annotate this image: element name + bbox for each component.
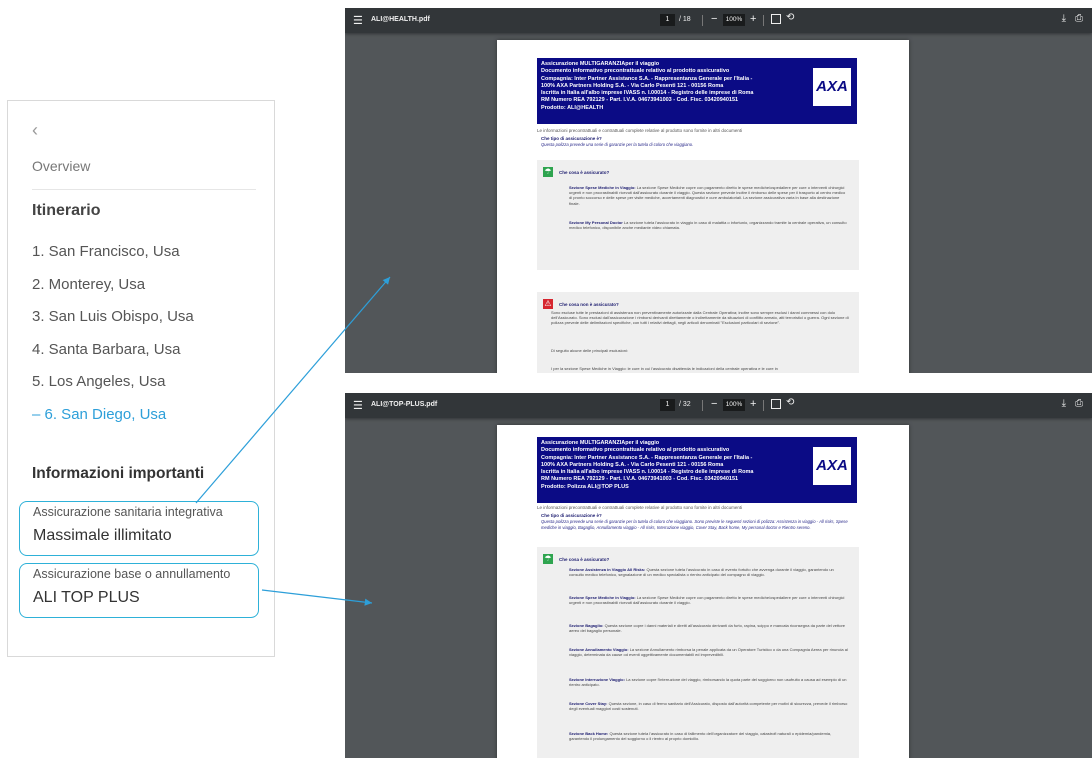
connector-arrows (195, 276, 391, 606)
arrow-to-health-pdf (195, 276, 391, 504)
arrow-to-top-plus-pdf (261, 589, 373, 606)
